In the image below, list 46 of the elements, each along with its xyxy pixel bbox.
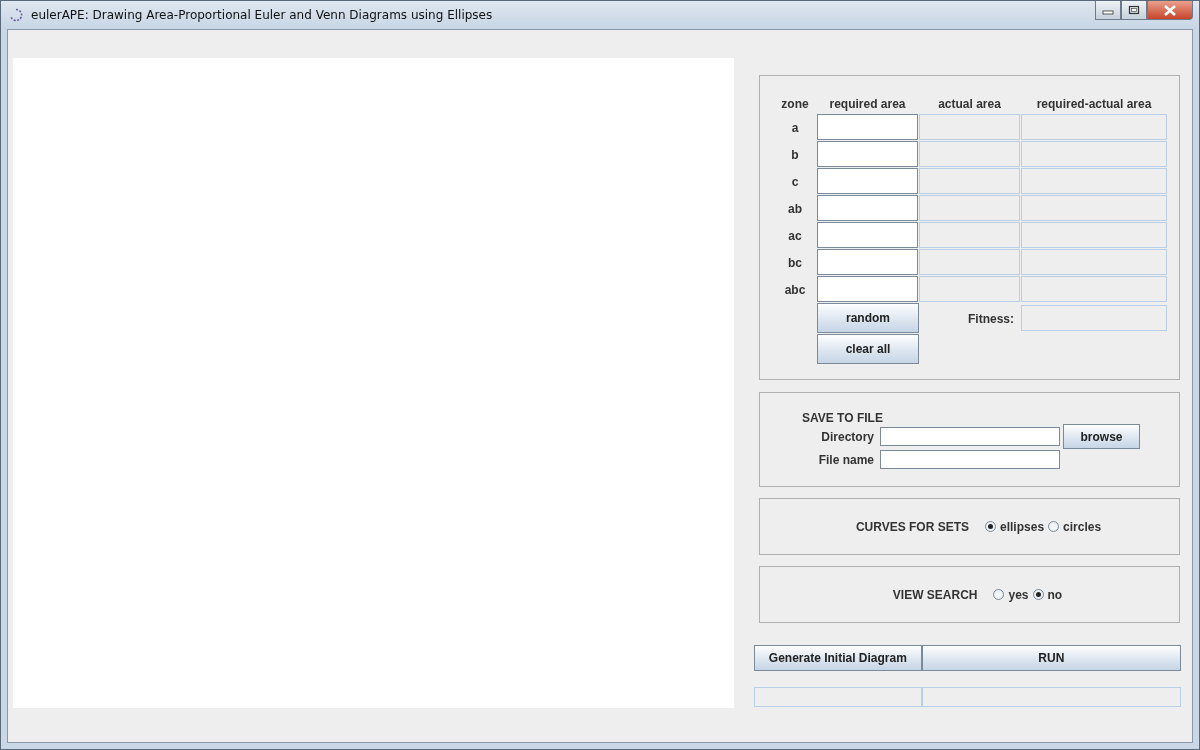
close-button[interactable] bbox=[1147, 1, 1193, 20]
file-name-field[interactable] bbox=[880, 450, 1060, 469]
zone-label: a bbox=[790, 119, 800, 137]
radio-option[interactable]: ellipses bbox=[985, 519, 1045, 534]
section-title: SAVE TO FILE bbox=[802, 411, 884, 425]
zone-label: abc bbox=[783, 281, 807, 299]
close-icon bbox=[1163, 4, 1177, 16]
required-area-field[interactable] bbox=[817, 141, 918, 167]
run-button[interactable]: RUN bbox=[921, 645, 1181, 671]
column-header: required-actual area bbox=[1035, 96, 1153, 113]
required-area-field[interactable] bbox=[817, 168, 918, 194]
required-area-field[interactable] bbox=[817, 276, 918, 302]
required-area-field[interactable] bbox=[817, 114, 918, 140]
column-header: required area bbox=[828, 96, 907, 113]
maximize-button[interactable] bbox=[1121, 1, 1147, 20]
radio-button[interactable] bbox=[1032, 589, 1044, 600]
maximize-icon bbox=[1128, 5, 1140, 15]
directory-field[interactable] bbox=[880, 427, 1060, 446]
required-area-field[interactable] bbox=[817, 249, 918, 275]
browse-button[interactable]: browse bbox=[1063, 424, 1140, 449]
generate-diagram-button[interactable]: Generate Initial Diagram bbox=[754, 645, 922, 671]
zone-label: b bbox=[790, 146, 800, 164]
random-button[interactable]: random bbox=[817, 303, 919, 333]
clear-all-button[interactable]: clear all bbox=[817, 334, 919, 364]
required-area-field[interactable] bbox=[817, 222, 918, 248]
radio-option[interactable]: no bbox=[1032, 587, 1063, 602]
zone-label: ac bbox=[787, 227, 803, 245]
radio-option[interactable]: yes bbox=[993, 587, 1029, 602]
zone-label: bc bbox=[787, 254, 803, 272]
radio-option[interactable]: circles bbox=[1048, 519, 1102, 534]
minimize-button[interactable] bbox=[1095, 1, 1121, 20]
option-group-label: VIEW SEARCH bbox=[892, 587, 978, 602]
file-name-label: File name bbox=[817, 452, 875, 467]
column-header: zone bbox=[780, 96, 810, 113]
directory-label: Directory bbox=[820, 429, 875, 444]
required-area-field[interactable] bbox=[817, 195, 918, 221]
column-header: actual area bbox=[937, 96, 1002, 113]
option-group-label: CURVES FOR SETS bbox=[855, 519, 970, 534]
radio-button[interactable] bbox=[993, 589, 1005, 600]
radio-button[interactable] bbox=[985, 521, 997, 532]
window-title: eulerAPE: Drawing Area-Proportional Euler and Venn Diagrams using Ellipses bbox=[31, 8, 493, 22]
zone-label: ab bbox=[787, 200, 803, 218]
zone-label: c bbox=[790, 173, 800, 191]
app-icon bbox=[9, 8, 23, 22]
radio-button[interactable] bbox=[1048, 521, 1060, 532]
fitness-label: Fitness: bbox=[967, 310, 1015, 328]
